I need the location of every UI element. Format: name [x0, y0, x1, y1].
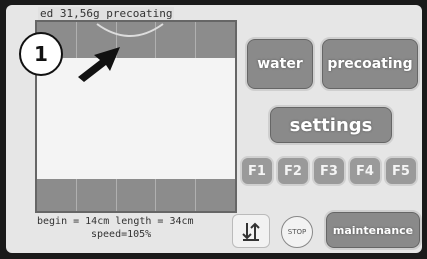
f4-button[interactable]: F4 [348, 156, 382, 186]
f5-button[interactable]: F5 [384, 156, 418, 186]
speed-text: speed=105% [91, 229, 152, 240]
curve-mark [96, 23, 164, 37]
band-cell [116, 179, 157, 211]
f2-button[interactable]: F2 [276, 156, 310, 186]
bottom-band [37, 179, 235, 211]
sort-button[interactable] [232, 214, 270, 248]
settings-button[interactable]: settings [268, 105, 394, 145]
arrow-icon [78, 47, 120, 82]
work-area-grid [35, 20, 237, 213]
f3-button[interactable]: F3 [312, 156, 346, 186]
touch-screen: ed 31,56g precoating 1 begin = 14cm leng… [6, 5, 422, 253]
callout-marker: 1 [19, 32, 63, 76]
sort-arrows-icon [242, 222, 260, 241]
f1-button[interactable]: F1 [240, 156, 274, 186]
precoating-button[interactable]: precoating [320, 37, 420, 91]
band-cell [196, 179, 235, 211]
band-cell [76, 179, 117, 211]
status-line: ed 31,56g precoating [38, 7, 175, 20]
begin-length-text: begin = 14cm length = 34cm [37, 216, 194, 227]
stop-label: STOP [287, 228, 307, 236]
stop-button[interactable]: STOP [281, 216, 313, 248]
water-button[interactable]: water [245, 37, 315, 91]
band-cell [156, 179, 197, 211]
maintenance-button[interactable]: maintenance [324, 210, 422, 250]
band-cell [196, 22, 235, 58]
band-cell [37, 179, 77, 211]
